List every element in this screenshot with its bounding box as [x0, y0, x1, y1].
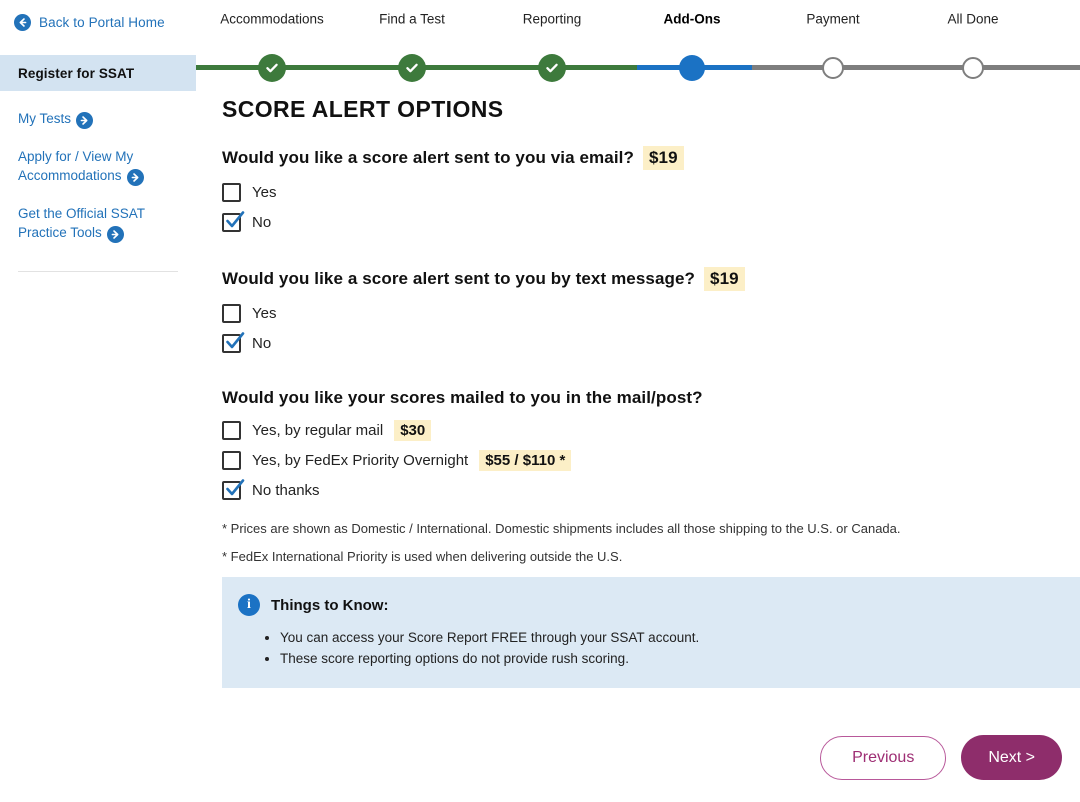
list-item: These score reporting options do not pro…: [280, 648, 1060, 669]
question-text-row: Would you like your scores mailed to you…: [222, 388, 1080, 408]
footnote-prices: * Prices are shown as Domestic / Interna…: [222, 521, 901, 536]
back-link-label: Back to Portal Home: [39, 15, 165, 30]
sidebar-item-my-tests[interactable]: My Tests: [0, 109, 196, 129]
track-segment-upcoming: [752, 65, 1080, 70]
info-box-header: i Things to Know:: [238, 594, 1060, 616]
step-node-reporting[interactable]: [538, 53, 566, 82]
checkbox-checked-icon[interactable]: [222, 331, 245, 353]
step-label-all-done[interactable]: All Done: [947, 12, 998, 27]
step-label-find-a-test[interactable]: Find a Test: [379, 12, 445, 27]
checkbox-row-regular-mail[interactable]: Yes, by regular mail $30: [222, 415, 1080, 445]
previous-button[interactable]: Previous: [820, 735, 947, 780]
step-node-accommodations[interactable]: [258, 53, 286, 82]
step-label-accommodations[interactable]: Accommodations: [220, 12, 324, 27]
stepper-track: [196, 51, 1080, 85]
step-node-add-ons[interactable]: [679, 54, 705, 81]
back-to-portal-home-link[interactable]: Back to Portal Home: [0, 0, 196, 31]
price-badge: $30: [394, 419, 432, 441]
option-label: No: [252, 334, 272, 352]
arrow-right-circle-icon: [126, 169, 144, 186]
step-node-all-done[interactable]: [962, 56, 984, 79]
checkbox-row-fedex[interactable]: Yes, by FedEx Priority Overnight $55 / $…: [222, 445, 1080, 475]
option-label: Yes, by regular mail: [252, 421, 384, 439]
list-item: You can access your Score Report FREE th…: [280, 627, 1060, 648]
option-label: Yes, by FedEx Priority Overnight: [252, 451, 469, 469]
question-label: Would you like a score alert sent to you…: [222, 148, 634, 167]
price-badge: $19: [642, 146, 684, 170]
price-badge: $55 / $110 *: [479, 449, 572, 471]
checkbox-row-no-thanks[interactable]: No thanks: [222, 475, 1080, 505]
arrow-right-circle-icon: [106, 226, 124, 243]
checkbox-checked-icon[interactable]: [222, 478, 245, 500]
option-label: No thanks: [252, 481, 320, 499]
checkbox-row-email-no[interactable]: No: [222, 207, 1080, 237]
checkbox-checked-icon[interactable]: [222, 210, 245, 232]
price-badge: $19: [704, 267, 745, 291]
sidebar-item-register-for-ssat[interactable]: Register for SSAT: [0, 55, 196, 91]
footnote-fedex: * FedEx International Priority is used w…: [222, 549, 623, 564]
checkbox-unchecked-icon[interactable]: [222, 450, 241, 470]
option-label: Yes: [252, 183, 277, 201]
page-title: SCORE ALERT OPTIONS: [222, 96, 504, 122]
question-group-text-message: Would you like a score alert sent to you…: [222, 267, 1080, 358]
option-label: No: [252, 213, 272, 231]
info-box-title: Things to Know:: [271, 596, 389, 614]
info-box-list: You can access your Score Report FREE th…: [280, 627, 1060, 669]
arrow-right-circle-icon: [76, 112, 94, 129]
step-node-payment[interactable]: [822, 56, 844, 79]
arrow-left-circle-icon: [14, 14, 31, 31]
info-circle-icon: i: [238, 594, 260, 616]
sidebar-item-label: Apply for / View My Accommodations: [18, 149, 134, 183]
question-text-row: Would you like a score alert sent to you…: [222, 267, 1080, 291]
sidebar-item-label: Get the Official SSAT Practice Tools: [18, 206, 145, 240]
question-group-email: Would you like a score alert sent to you…: [222, 146, 1080, 237]
checkbox-row-email-yes[interactable]: Yes: [222, 177, 1080, 207]
step-label-reporting[interactable]: Reporting: [523, 12, 582, 27]
next-button[interactable]: Next >: [961, 735, 1062, 780]
step-node-find-a-test[interactable]: [398, 53, 426, 82]
wizard-navigation: Previous Next >: [820, 735, 1062, 780]
sidebar: Back to Portal Home Register for SSAT My…: [0, 0, 196, 802]
sidebar-active-label: Register for SSAT: [18, 65, 135, 81]
step-label-payment[interactable]: Payment: [806, 12, 859, 27]
checkbox-unchecked-icon[interactable]: [222, 303, 241, 323]
question-text-row: Would you like a score alert sent to you…: [222, 146, 1080, 170]
sidebar-item-label: My Tests: [18, 111, 72, 126]
checkbox-unchecked-icon[interactable]: [222, 420, 241, 440]
sidebar-item-accommodations[interactable]: Apply for / View My Accommodations: [0, 147, 196, 186]
checkbox-row-text-yes[interactable]: Yes: [222, 298, 1080, 328]
option-label: Yes: [252, 304, 277, 322]
page-root: Back to Portal Home Register for SSAT My…: [0, 0, 1080, 802]
question-label: Would you like your scores mailed to you…: [222, 388, 703, 407]
things-to-know-box: i Things to Know: You can access your Sc…: [222, 577, 1080, 688]
sidebar-divider: [18, 271, 178, 272]
main-content: SCORE ALERT OPTIONS Would you like a sco…: [222, 96, 1080, 688]
checkbox-unchecked-icon[interactable]: [222, 182, 241, 202]
stepper-labels: Accommodations Find a Test Reporting Add…: [196, 0, 1080, 40]
step-label-add-ons[interactable]: Add-Ons: [664, 12, 721, 27]
checkbox-row-text-no[interactable]: No: [222, 328, 1080, 358]
sidebar-item-practice-tools[interactable]: Get the Official SSAT Practice Tools: [0, 204, 196, 243]
question-label: Would you like a score alert sent to you…: [222, 269, 696, 288]
progress-stepper: Accommodations Find a Test Reporting Add…: [196, 0, 1080, 88]
question-group-mail: Would you like your scores mailed to you…: [222, 388, 1080, 505]
